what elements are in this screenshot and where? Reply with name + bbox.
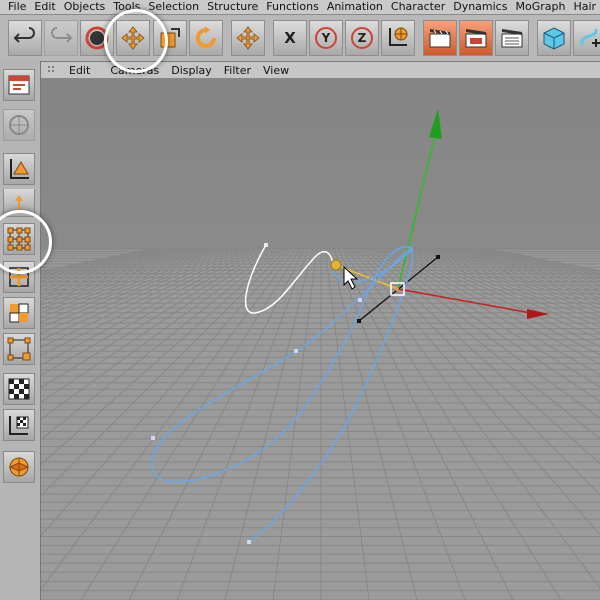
menu-animation[interactable]: Animation bbox=[319, 0, 383, 14]
object-axis-tool-sub-button[interactable] bbox=[3, 189, 35, 217]
spline-point[interactable] bbox=[151, 436, 155, 440]
use-model-tool-button[interactable] bbox=[3, 109, 35, 141]
move-icon bbox=[121, 26, 145, 50]
menu-character[interactable]: Character bbox=[383, 0, 445, 14]
render-picture-viewer-icon bbox=[465, 29, 487, 48]
edges-tool-icon bbox=[9, 267, 29, 287]
selected-point-handle[interactable] bbox=[330, 259, 342, 271]
viewport-menu-filter[interactable]: Filter bbox=[224, 64, 251, 77]
redo-icon bbox=[51, 27, 73, 43]
edges-tool-button[interactable] bbox=[3, 261, 35, 293]
world-coordinate-button[interactable] bbox=[381, 20, 415, 56]
workplane-icon bbox=[8, 457, 30, 477]
3d-viewport[interactable] bbox=[41, 79, 600, 600]
spline-pen-icon bbox=[580, 28, 600, 47]
live-selection-button[interactable] bbox=[80, 20, 114, 56]
point-selection-icon bbox=[7, 337, 31, 361]
undo-icon bbox=[13, 27, 35, 43]
x-axis-lock-icon: X bbox=[284, 29, 296, 47]
viewport-menu-bar: Edit Cameras Display Filter View bbox=[41, 62, 600, 79]
spline-point[interactable] bbox=[358, 298, 362, 302]
x-axis-lock-button[interactable]: X bbox=[273, 20, 307, 56]
object-axis-tool-icon bbox=[10, 159, 29, 179]
points-tool-button[interactable] bbox=[3, 223, 35, 255]
spline-point[interactable] bbox=[247, 540, 251, 544]
menu-dynamics[interactable]: Dynamics bbox=[445, 0, 507, 14]
y-axis-lock-icon: Y bbox=[315, 27, 337, 49]
world-coordinate-icon bbox=[389, 27, 408, 46]
move-axis-button[interactable] bbox=[231, 20, 265, 56]
spline-pen-button[interactable] bbox=[573, 20, 600, 56]
move-button[interactable] bbox=[116, 20, 150, 56]
render-settings-icon bbox=[501, 29, 523, 48]
texture-axis-button[interactable] bbox=[3, 409, 35, 441]
texture-mode-button[interactable] bbox=[3, 373, 35, 405]
undo-button[interactable] bbox=[8, 20, 42, 56]
polygons-tool-icon bbox=[9, 303, 29, 323]
z-axis-lock-button[interactable]: Z bbox=[345, 20, 379, 56]
point-selection-button[interactable] bbox=[3, 333, 35, 365]
render-view-icon bbox=[429, 29, 451, 48]
mode-toolbar bbox=[0, 61, 41, 600]
rotate-icon bbox=[196, 26, 216, 48]
spline-point[interactable] bbox=[264, 243, 268, 247]
rotate-button[interactable] bbox=[189, 20, 223, 56]
y-axis-lock-button[interactable]: Y bbox=[309, 20, 343, 56]
render-view-button[interactable] bbox=[423, 20, 457, 56]
workplane-button[interactable] bbox=[3, 451, 35, 483]
spline-point[interactable] bbox=[294, 349, 298, 353]
move-axis-icon bbox=[236, 26, 260, 50]
viewport-menu-cameras[interactable]: Cameras bbox=[110, 64, 159, 77]
scale-icon bbox=[160, 28, 180, 48]
object-origin-dot bbox=[395, 287, 399, 291]
use-model-tool-icon bbox=[9, 115, 29, 135]
polygons-tool-button[interactable] bbox=[3, 297, 35, 329]
make-editable-icon bbox=[8, 75, 30, 95]
z-axis-lock-icon: Z bbox=[351, 27, 373, 49]
menu-tools[interactable]: Tools bbox=[105, 0, 140, 14]
menu-objects[interactable]: Objects bbox=[56, 0, 106, 14]
menu-mograph[interactable]: MoGraph bbox=[507, 0, 565, 14]
cube-object-icon bbox=[543, 27, 565, 50]
main-toolbar: X Y Z bbox=[0, 15, 600, 62]
viewport-menu-edit[interactable]: Edit bbox=[69, 64, 90, 77]
viewport-menu-display[interactable]: Display bbox=[171, 64, 212, 77]
render-settings-button[interactable] bbox=[495, 20, 529, 56]
live-selection-icon bbox=[85, 26, 109, 50]
axis-arrow-icon bbox=[15, 194, 23, 211]
application-menu-bar: File Edit Objects Tools Selection Struct… bbox=[0, 0, 600, 15]
scale-button[interactable] bbox=[153, 20, 187, 56]
tangent-point-end[interactable] bbox=[436, 255, 440, 259]
menu-file[interactable]: File bbox=[0, 0, 26, 14]
texture-mode-icon bbox=[8, 378, 30, 400]
viewport-dots-icon bbox=[48, 66, 54, 72]
texture-axis-icon bbox=[9, 416, 29, 435]
menu-selection[interactable]: Selection bbox=[140, 0, 199, 14]
render-picture-viewer-button[interactable] bbox=[459, 20, 493, 56]
menu-hair[interactable]: Hair bbox=[565, 0, 596, 14]
object-axis-tool-button[interactable] bbox=[3, 153, 35, 185]
viewport-canvas[interactable] bbox=[41, 79, 600, 600]
cube-object-button[interactable] bbox=[537, 20, 571, 56]
menu-functions[interactable]: Functions bbox=[258, 0, 319, 14]
tangent-point-start[interactable] bbox=[357, 319, 361, 323]
viewport-menu-view[interactable]: View bbox=[263, 64, 289, 77]
points-tool-icon bbox=[7, 227, 31, 251]
redo-button[interactable] bbox=[44, 20, 78, 56]
menu-structure[interactable]: Structure bbox=[199, 0, 258, 14]
menu-edit[interactable]: Edit bbox=[26, 0, 55, 14]
make-editable-button[interactable] bbox=[3, 69, 35, 101]
